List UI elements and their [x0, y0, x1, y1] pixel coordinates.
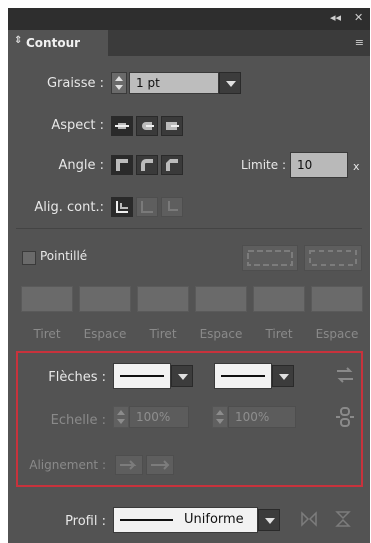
weight-dropdown-button[interactable]	[219, 72, 241, 94]
end-scale-stepper[interactable]	[212, 406, 228, 428]
link-scale-icon[interactable]	[335, 406, 355, 431]
corner-label: Angle :	[58, 158, 104, 173]
tab-label: Contour	[26, 36, 81, 50]
stroke-panel: ◂◂ ✕ ⇕ Contour ≡ Graisse : 1 pt Aspect :…	[8, 8, 370, 543]
align-inside-icon[interactable]	[136, 197, 158, 217]
close-icon[interactable]: ✕	[354, 11, 363, 24]
gap-label-2: Espace	[199, 327, 243, 341]
dashed-line-checkbox[interactable]	[22, 251, 36, 265]
butt-cap-icon[interactable]	[111, 116, 133, 136]
dash-field-1[interactable]	[21, 286, 73, 312]
tab-row: ⇕ Contour ≡	[8, 30, 370, 56]
arrow-tip-beyond-icon[interactable]	[115, 455, 143, 475]
align-center-icon[interactable]	[111, 197, 133, 217]
arrow-tip-at-end-icon[interactable]	[146, 455, 174, 475]
end-scale-field[interactable]: 100%	[228, 406, 296, 428]
gap-field-3[interactable]	[311, 286, 363, 312]
profile-label: Profil :	[65, 514, 106, 529]
align-stroke-label: Alig. cont.:	[34, 200, 104, 215]
panel-title-bar: ◂◂ ✕	[8, 8, 370, 30]
weight-field[interactable]: 1 pt	[129, 72, 219, 94]
dash-field-2[interactable]	[137, 286, 189, 312]
start-scale-stepper[interactable]	[113, 406, 129, 428]
gap-field-1[interactable]	[79, 286, 131, 312]
round-cap-icon[interactable]	[136, 116, 158, 136]
cap-label: Aspect :	[51, 118, 104, 133]
end-arrowhead-dropdown-button[interactable]	[272, 365, 294, 387]
arrow-scale-label: Echelle :	[50, 413, 106, 428]
weight-label: Graisse :	[46, 76, 104, 91]
start-scale-field[interactable]: 100%	[129, 406, 189, 428]
miter-join-icon[interactable]	[111, 155, 133, 175]
panel-menu-icon[interactable]: ≡	[355, 36, 364, 49]
swap-arrowheads-icon[interactable]	[335, 365, 355, 388]
round-join-icon[interactable]	[136, 155, 158, 175]
dash-label-1: Tiret	[33, 327, 61, 341]
flip-along-icon[interactable]	[300, 510, 318, 531]
arrow-align-label: Alignement :	[29, 458, 106, 472]
start-arrowhead-dropdown-button[interactable]	[171, 365, 193, 387]
arrowheads-label: Flèches :	[48, 370, 106, 385]
divider	[16, 228, 362, 229]
limit-unit: x	[353, 160, 360, 173]
dash-align-corners-icon[interactable]	[304, 245, 362, 271]
profile-dropdown-button[interactable]	[258, 509, 280, 531]
projecting-cap-icon[interactable]	[161, 116, 183, 136]
align-outside-icon[interactable]	[161, 197, 183, 217]
profile-value: Uniforme	[184, 512, 244, 527]
collapse-icon[interactable]: ◂◂	[330, 11, 341, 24]
dash-field-3[interactable]	[253, 286, 305, 312]
gap-label-1: Espace	[83, 327, 127, 341]
dash-preserve-icon[interactable]	[242, 245, 298, 271]
flip-across-icon[interactable]	[334, 510, 352, 531]
dash-label-3: Tiret	[265, 327, 293, 341]
profile-select[interactable]: Uniforme	[113, 507, 258, 533]
dash-label-2: Tiret	[149, 327, 177, 341]
tab-contour[interactable]: ⇕ Contour	[8, 30, 108, 56]
gap-label-3: Espace	[315, 327, 359, 341]
dashed-line-label: Pointillé	[40, 249, 88, 263]
limit-label: Limite :	[241, 158, 286, 172]
gap-field-2[interactable]	[195, 286, 247, 312]
weight-stepper[interactable]	[111, 72, 127, 94]
end-arrowhead-select[interactable]	[214, 363, 272, 389]
start-arrowhead-select[interactable]	[113, 363, 171, 389]
bevel-join-icon[interactable]	[161, 155, 183, 175]
limit-field[interactable]: 10	[290, 152, 348, 178]
tab-expand-icon[interactable]: ⇕	[14, 35, 22, 46]
